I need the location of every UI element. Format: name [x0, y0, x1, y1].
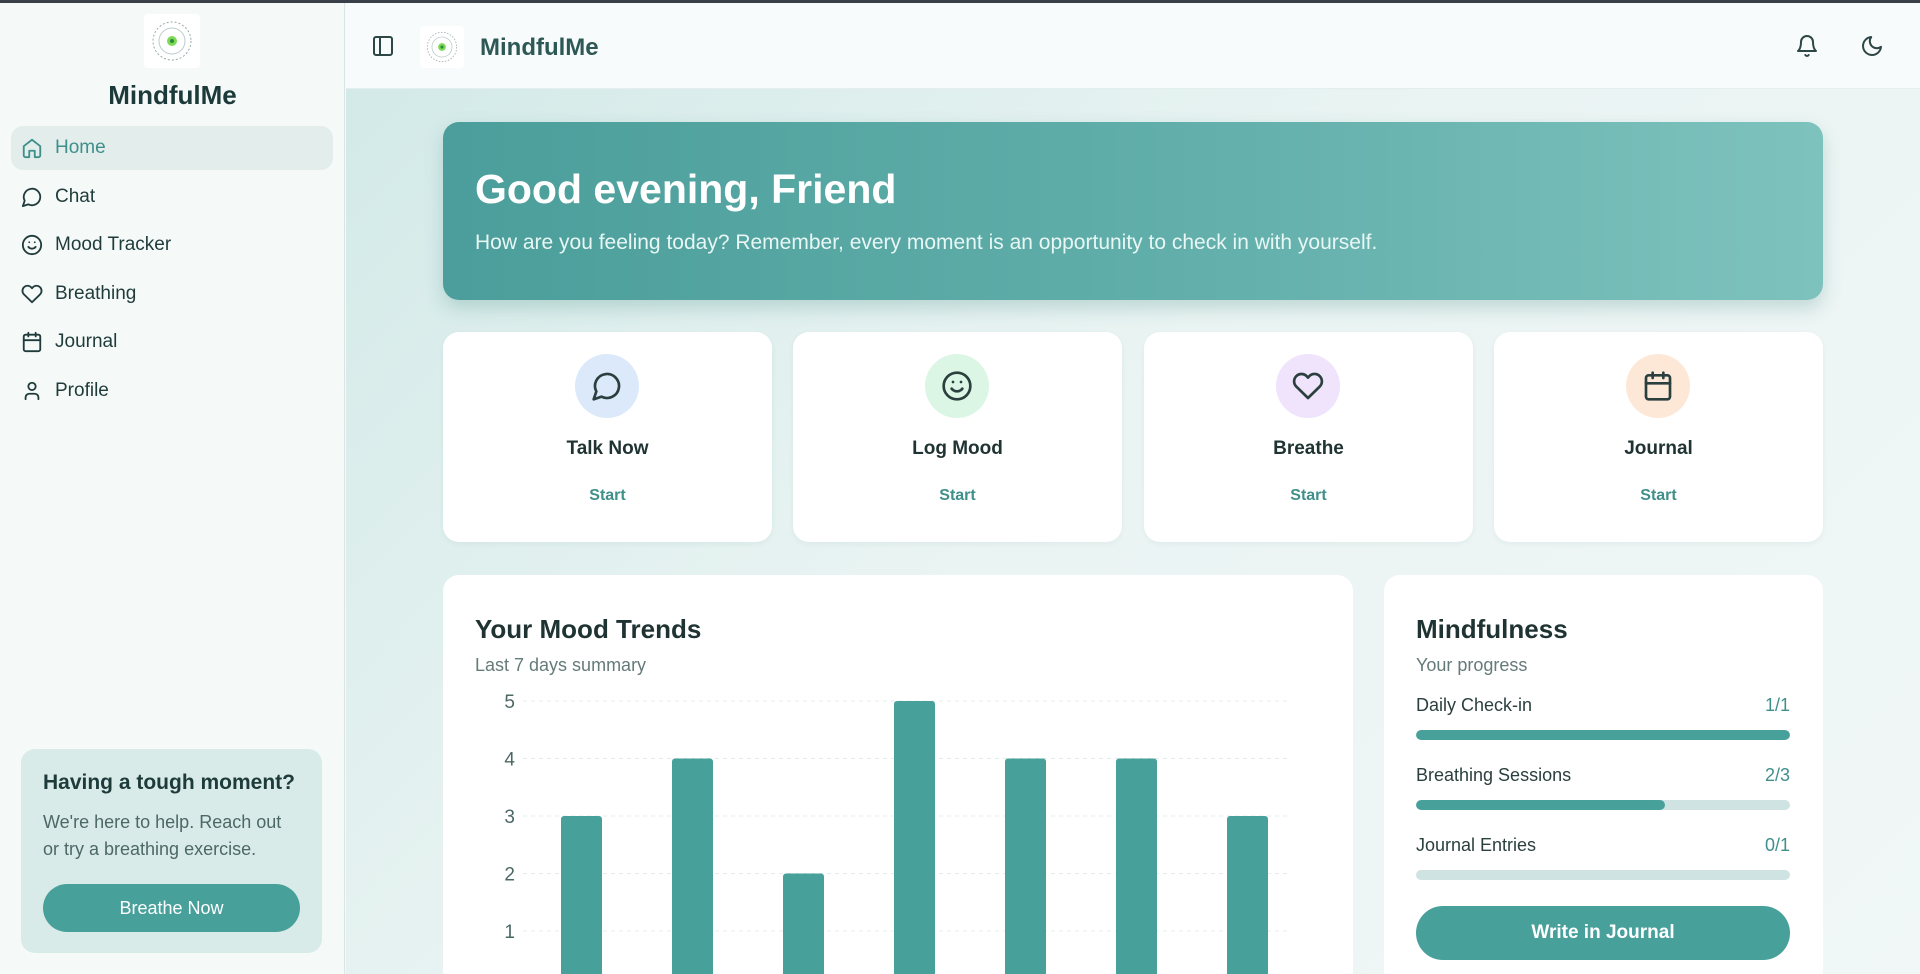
moon-icon[interactable] — [1860, 34, 1884, 58]
mood-bar[interactable] — [783, 873, 824, 974]
mood-bar-chart: 1 2 3 4 5 — [504, 692, 1288, 974]
breathe-now-button[interactable]: Breathe Now — [43, 884, 300, 932]
brand-title: MindfulMe — [108, 80, 237, 110]
action-card-journal[interactable]: Journal Start — [1494, 332, 1823, 542]
action-icon-bg — [1626, 354, 1690, 418]
action-label: Talk Now — [566, 438, 649, 459]
progress-label: Breathing Sessions — [1416, 765, 1572, 785]
action-start-link[interactable]: Start — [793, 487, 1122, 505]
action-card-log-mood[interactable]: Log Mood Start — [793, 332, 1122, 542]
logo-icon — [426, 31, 458, 63]
sidebar-item-label: Mood Tracker — [55, 234, 172, 255]
header-title: MindfulMe — [480, 34, 599, 61]
progress-label: Journal Entries — [1416, 835, 1537, 855]
progress-bar — [1416, 800, 1790, 810]
sidebar-nav: Home Chat Mood Tracker Breathing Journal… — [11, 126, 333, 417]
y-tick-label: 1 — [504, 922, 515, 943]
quick-actions: Talk Now Start Log Mood Start Breathe St… — [443, 332, 1823, 542]
home-icon — [22, 138, 42, 159]
sidebar-item-mood-tracker[interactable]: Mood Tracker — [11, 223, 333, 267]
progress-breathing-sessions: Breathing Sessions 2/3 — [1416, 765, 1790, 810]
progress-bar-fill — [1416, 800, 1666, 810]
mood-bar[interactable] — [672, 758, 713, 974]
progress-bar — [1416, 870, 1790, 880]
brand-logo[interactable] — [144, 14, 200, 68]
mood-bar[interactable] — [1116, 758, 1157, 974]
action-icon-bg — [925, 354, 989, 418]
sidebar-item-journal[interactable]: Journal — [11, 320, 333, 364]
calendar-icon — [22, 331, 42, 353]
main-content: Good evening, Friend How are you feeling… — [346, 89, 1920, 974]
sidebar-item-breathing[interactable]: Breathing — [11, 272, 333, 316]
y-tick-label: 2 — [504, 865, 515, 886]
action-card-talk-now[interactable]: Talk Now Start — [443, 332, 772, 542]
sidebar-item-label: Home — [55, 137, 106, 158]
progress-value: 0/1 — [1764, 835, 1790, 855]
mindfulness-title: Mindfulness — [1416, 614, 1568, 644]
action-label: Log Mood — [912, 438, 1003, 459]
action-start-link[interactable]: Start — [1494, 487, 1823, 505]
smile-icon — [942, 371, 972, 401]
chat-icon — [21, 187, 42, 207]
progress-journal-entries: Journal Entries 0/1 — [1416, 835, 1790, 880]
heart-icon — [21, 284, 43, 303]
progress-bar-fill — [1416, 730, 1790, 740]
y-tick-label: 4 — [504, 750, 515, 771]
mindfulness-card: Mindfulness Your progress Daily Check-in… — [1384, 575, 1823, 974]
sidebar-toggle-icon[interactable] — [371, 34, 395, 58]
y-tick-label: 5 — [504, 692, 515, 713]
action-label: Journal — [1624, 438, 1693, 459]
help-title: Having a tough moment? — [43, 771, 295, 794]
sidebar-item-label: Chat — [55, 185, 96, 207]
help-text: We're here to help. Reach out or try a b… — [43, 812, 282, 859]
sidebar-item-chat[interactable]: Chat — [11, 175, 333, 219]
y-tick-label: 3 — [504, 807, 515, 828]
action-start-link[interactable]: Start — [1144, 487, 1473, 505]
window-top-border — [0, 0, 1920, 3]
mindfulness-subtitle: Your progress — [1416, 655, 1528, 675]
top-header: MindfulMe — [346, 3, 1920, 89]
action-label: Breathe — [1273, 438, 1344, 459]
mood-bar[interactable] — [1005, 758, 1046, 974]
mood-trends-card: Your Mood Trends Last 7 days summary 123… — [443, 575, 1353, 974]
action-start-link[interactable]: Start — [443, 487, 772, 505]
sidebar-item-profile[interactable]: Profile — [11, 369, 333, 413]
action-icon-bg — [575, 354, 639, 418]
sidebar-item-label: Journal — [55, 331, 118, 352]
greeting-title: Good evening, Friend — [475, 166, 897, 212]
mood-bar[interactable] — [561, 816, 602, 974]
help-card: Having a tough moment? We're here to hel… — [21, 749, 322, 953]
calendar-icon — [1644, 371, 1672, 401]
progress-bar — [1416, 730, 1790, 740]
sidebar: MindfulMe Home Chat Mood Tracker Breathi… — [0, 0, 345, 974]
progress-daily-checkin: Daily Check-in 1/1 — [1416, 695, 1790, 740]
logo-icon — [152, 21, 192, 61]
smile-icon — [21, 234, 43, 256]
heart-icon — [1292, 372, 1324, 400]
progress-value: 2/3 — [1764, 765, 1790, 785]
header-logo[interactable] — [420, 26, 464, 68]
sidebar-item-home[interactable]: Home — [11, 126, 333, 170]
greeting-subtitle: How are you feeling today? Remember, eve… — [475, 231, 1378, 254]
sidebar-item-label: Breathing — [55, 282, 137, 304]
mood-bar[interactable] — [894, 701, 935, 974]
sidebar-item-label: Profile — [55, 379, 109, 401]
progress-label: Daily Check-in — [1416, 695, 1533, 715]
user-icon — [24, 381, 40, 400]
mood-bar[interactable] — [1227, 816, 1268, 974]
action-card-breathe[interactable]: Breathe Start — [1144, 332, 1473, 542]
greeting-banner: Good evening, Friend How are you feeling… — [443, 122, 1823, 300]
bell-icon[interactable] — [1795, 34, 1819, 58]
action-icon-bg — [1276, 354, 1340, 418]
chat-icon — [592, 372, 621, 401]
progress-value: 1/1 — [1764, 695, 1790, 715]
write-in-journal-button[interactable]: Write in Journal — [1416, 906, 1790, 960]
